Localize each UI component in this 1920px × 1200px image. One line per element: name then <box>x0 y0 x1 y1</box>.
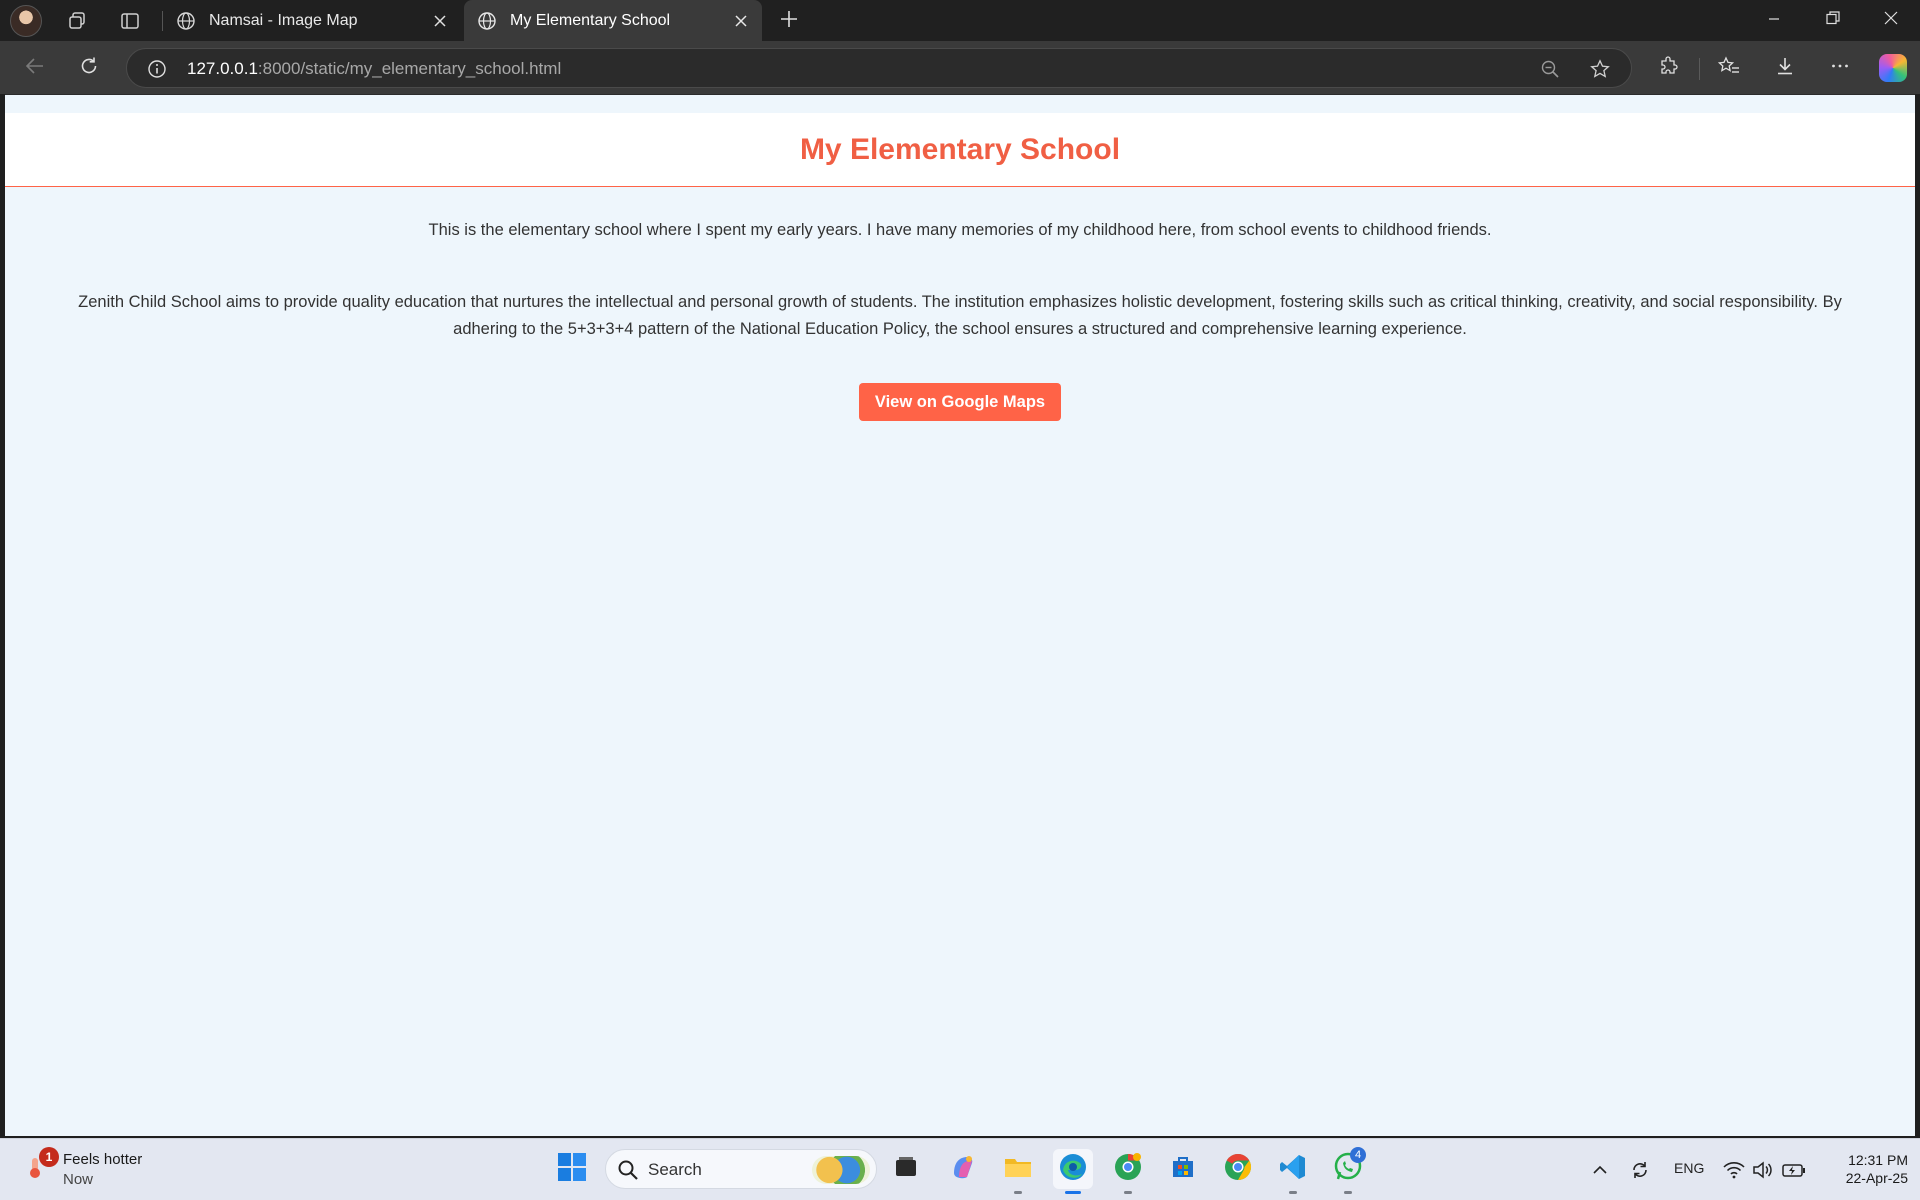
task-view-button[interactable] <box>886 1149 926 1189</box>
close-window-button[interactable] <box>1862 0 1920 41</box>
restore-button[interactable] <box>1804 0 1862 41</box>
favorites-button[interactable] <box>1711 50 1747 86</box>
globe-icon <box>476 10 498 32</box>
tab-title: My Elementary School <box>510 11 671 29</box>
extensions-icon <box>1659 55 1679 81</box>
refresh-button[interactable] <box>71 50 107 86</box>
copilot-taskbar-button[interactable] <box>943 1149 983 1189</box>
page-header: My Elementary School <box>5 113 1915 187</box>
page-title: My Elementary School <box>799 132 1121 166</box>
language-indicator[interactable]: ENG <box>1674 1160 1704 1176</box>
back-icon <box>25 56 45 81</box>
wifi-icon[interactable] <box>1721 1157 1747 1183</box>
minimize-button[interactable] <box>1745 0 1803 41</box>
taskbar-search[interactable]: Search <box>605 1149 877 1189</box>
workspaces-icon[interactable] <box>59 4 95 38</box>
tab-my-elementary-school[interactable]: My Elementary School <box>464 0 762 41</box>
vscode-icon <box>1279 1153 1307 1186</box>
chrome-icon <box>1223 1152 1253 1187</box>
file-explorer-button[interactable] <box>998 1149 1038 1194</box>
battery-icon[interactable] <box>1781 1157 1807 1183</box>
running-indicator <box>1065 1191 1081 1194</box>
search-label: Search <box>648 1160 702 1179</box>
edge-taskbar-button[interactable] <box>1053 1149 1093 1194</box>
running-indicator <box>1344 1191 1352 1194</box>
tab-namsai-image-map[interactable]: Namsai - Image Map <box>163 0 461 41</box>
page-viewport: My Elementary School This is the element… <box>5 94 1915 1136</box>
running-indicator <box>1014 1191 1022 1194</box>
url-host: 127.0.0.1 <box>187 59 258 78</box>
extensions-button[interactable] <box>1651 50 1687 86</box>
description-paragraph: Zenith Child School aims to provide qual… <box>78 293 1842 338</box>
notification-badge: 1 <box>39 1147 59 1167</box>
favorite-star-icon[interactable] <box>1587 56 1613 82</box>
more-button[interactable] <box>1822 50 1858 86</box>
refresh-icon <box>79 56 99 81</box>
search-icon <box>616 1158 640 1182</box>
downloads-button[interactable] <box>1767 50 1803 86</box>
running-indicator <box>1124 1191 1132 1194</box>
minimize-icon <box>1768 12 1780 30</box>
favorites-icon <box>1717 55 1740 81</box>
new-tab-button[interactable] <box>772 4 806 38</box>
chrome-button[interactable] <box>1218 1149 1258 1189</box>
microsoft-store-button[interactable] <box>1163 1149 1203 1189</box>
address-bar[interactable]: 127.0.0.1:8000/static/my_elementary_scho… <box>126 48 1632 88</box>
search-highlight-icon <box>812 1156 870 1184</box>
volume-icon[interactable] <box>1750 1157 1776 1183</box>
clock-time: 12:31 PM <box>1848 1152 1908 1168</box>
info-icon[interactable] <box>145 57 169 81</box>
more-icon <box>1830 56 1850 81</box>
windows-start-button[interactable] <box>552 1149 592 1189</box>
zoom-out-icon[interactable] <box>1537 56 1563 82</box>
task-view-icon <box>893 1154 919 1185</box>
system-clock[interactable]: 12:31 PM 22-Apr-25 <box>1818 1151 1908 1187</box>
view-on-google-maps-button[interactable]: View on Google Maps <box>859 383 1061 421</box>
windows-logo-icon <box>557 1152 587 1187</box>
intro-paragraph: This is the elementary school where I sp… <box>428 221 1492 239</box>
copilot-icon[interactable] <box>1879 54 1907 82</box>
whatsapp-badge: 4 <box>1350 1147 1366 1163</box>
weather-widget[interactable]: 1 Feels hotter Now <box>22 1147 182 1191</box>
tab-strip: Namsai - Image Map My Elementary School <box>0 0 1920 41</box>
close-icon[interactable] <box>730 10 752 32</box>
vscode-button[interactable] <box>1273 1149 1313 1194</box>
close-icon[interactable] <box>429 10 451 32</box>
tab-actions-icon[interactable] <box>112 4 148 38</box>
browser-toolbar: 127.0.0.1:8000/static/my_elementary_scho… <box>0 41 1920 94</box>
toolbar-separator <box>1699 58 1700 80</box>
windows-taskbar: 1 Feels hotter Now Search 4 ENG 12:31 PM… <box>0 1138 1920 1200</box>
clock-date: 22-Apr-25 <box>1845 1170 1908 1186</box>
whatsapp-button[interactable]: 4 <box>1328 1147 1368 1194</box>
chrome-canary-button[interactable] <box>1108 1149 1148 1194</box>
copilot-app-icon <box>949 1153 977 1186</box>
restore-icon <box>1826 11 1840 30</box>
url-path: :8000/static/my_elementary_school.html <box>257 59 562 78</box>
plus-icon <box>780 10 798 33</box>
weather-subtitle: Now <box>63 1171 94 1188</box>
chrome-canary-icon <box>1113 1152 1143 1187</box>
chevron-up-icon[interactable] <box>1587 1157 1613 1183</box>
globe-icon <box>175 10 197 32</box>
profile-avatar[interactable] <box>10 5 42 37</box>
edge-icon <box>1058 1152 1088 1187</box>
weather-title: Feels hotter <box>63 1151 143 1168</box>
store-icon <box>1170 1154 1196 1185</box>
folder-icon <box>1004 1155 1032 1184</box>
close-window-icon <box>1884 11 1898 30</box>
running-indicator <box>1289 1191 1297 1194</box>
tab-title: Namsai - Image Map <box>209 11 358 29</box>
sync-icon[interactable] <box>1627 1157 1653 1183</box>
back-button[interactable] <box>17 50 53 86</box>
url-text[interactable]: 127.0.0.1:8000/static/my_elementary_scho… <box>187 59 561 79</box>
downloads-icon <box>1775 56 1795 81</box>
